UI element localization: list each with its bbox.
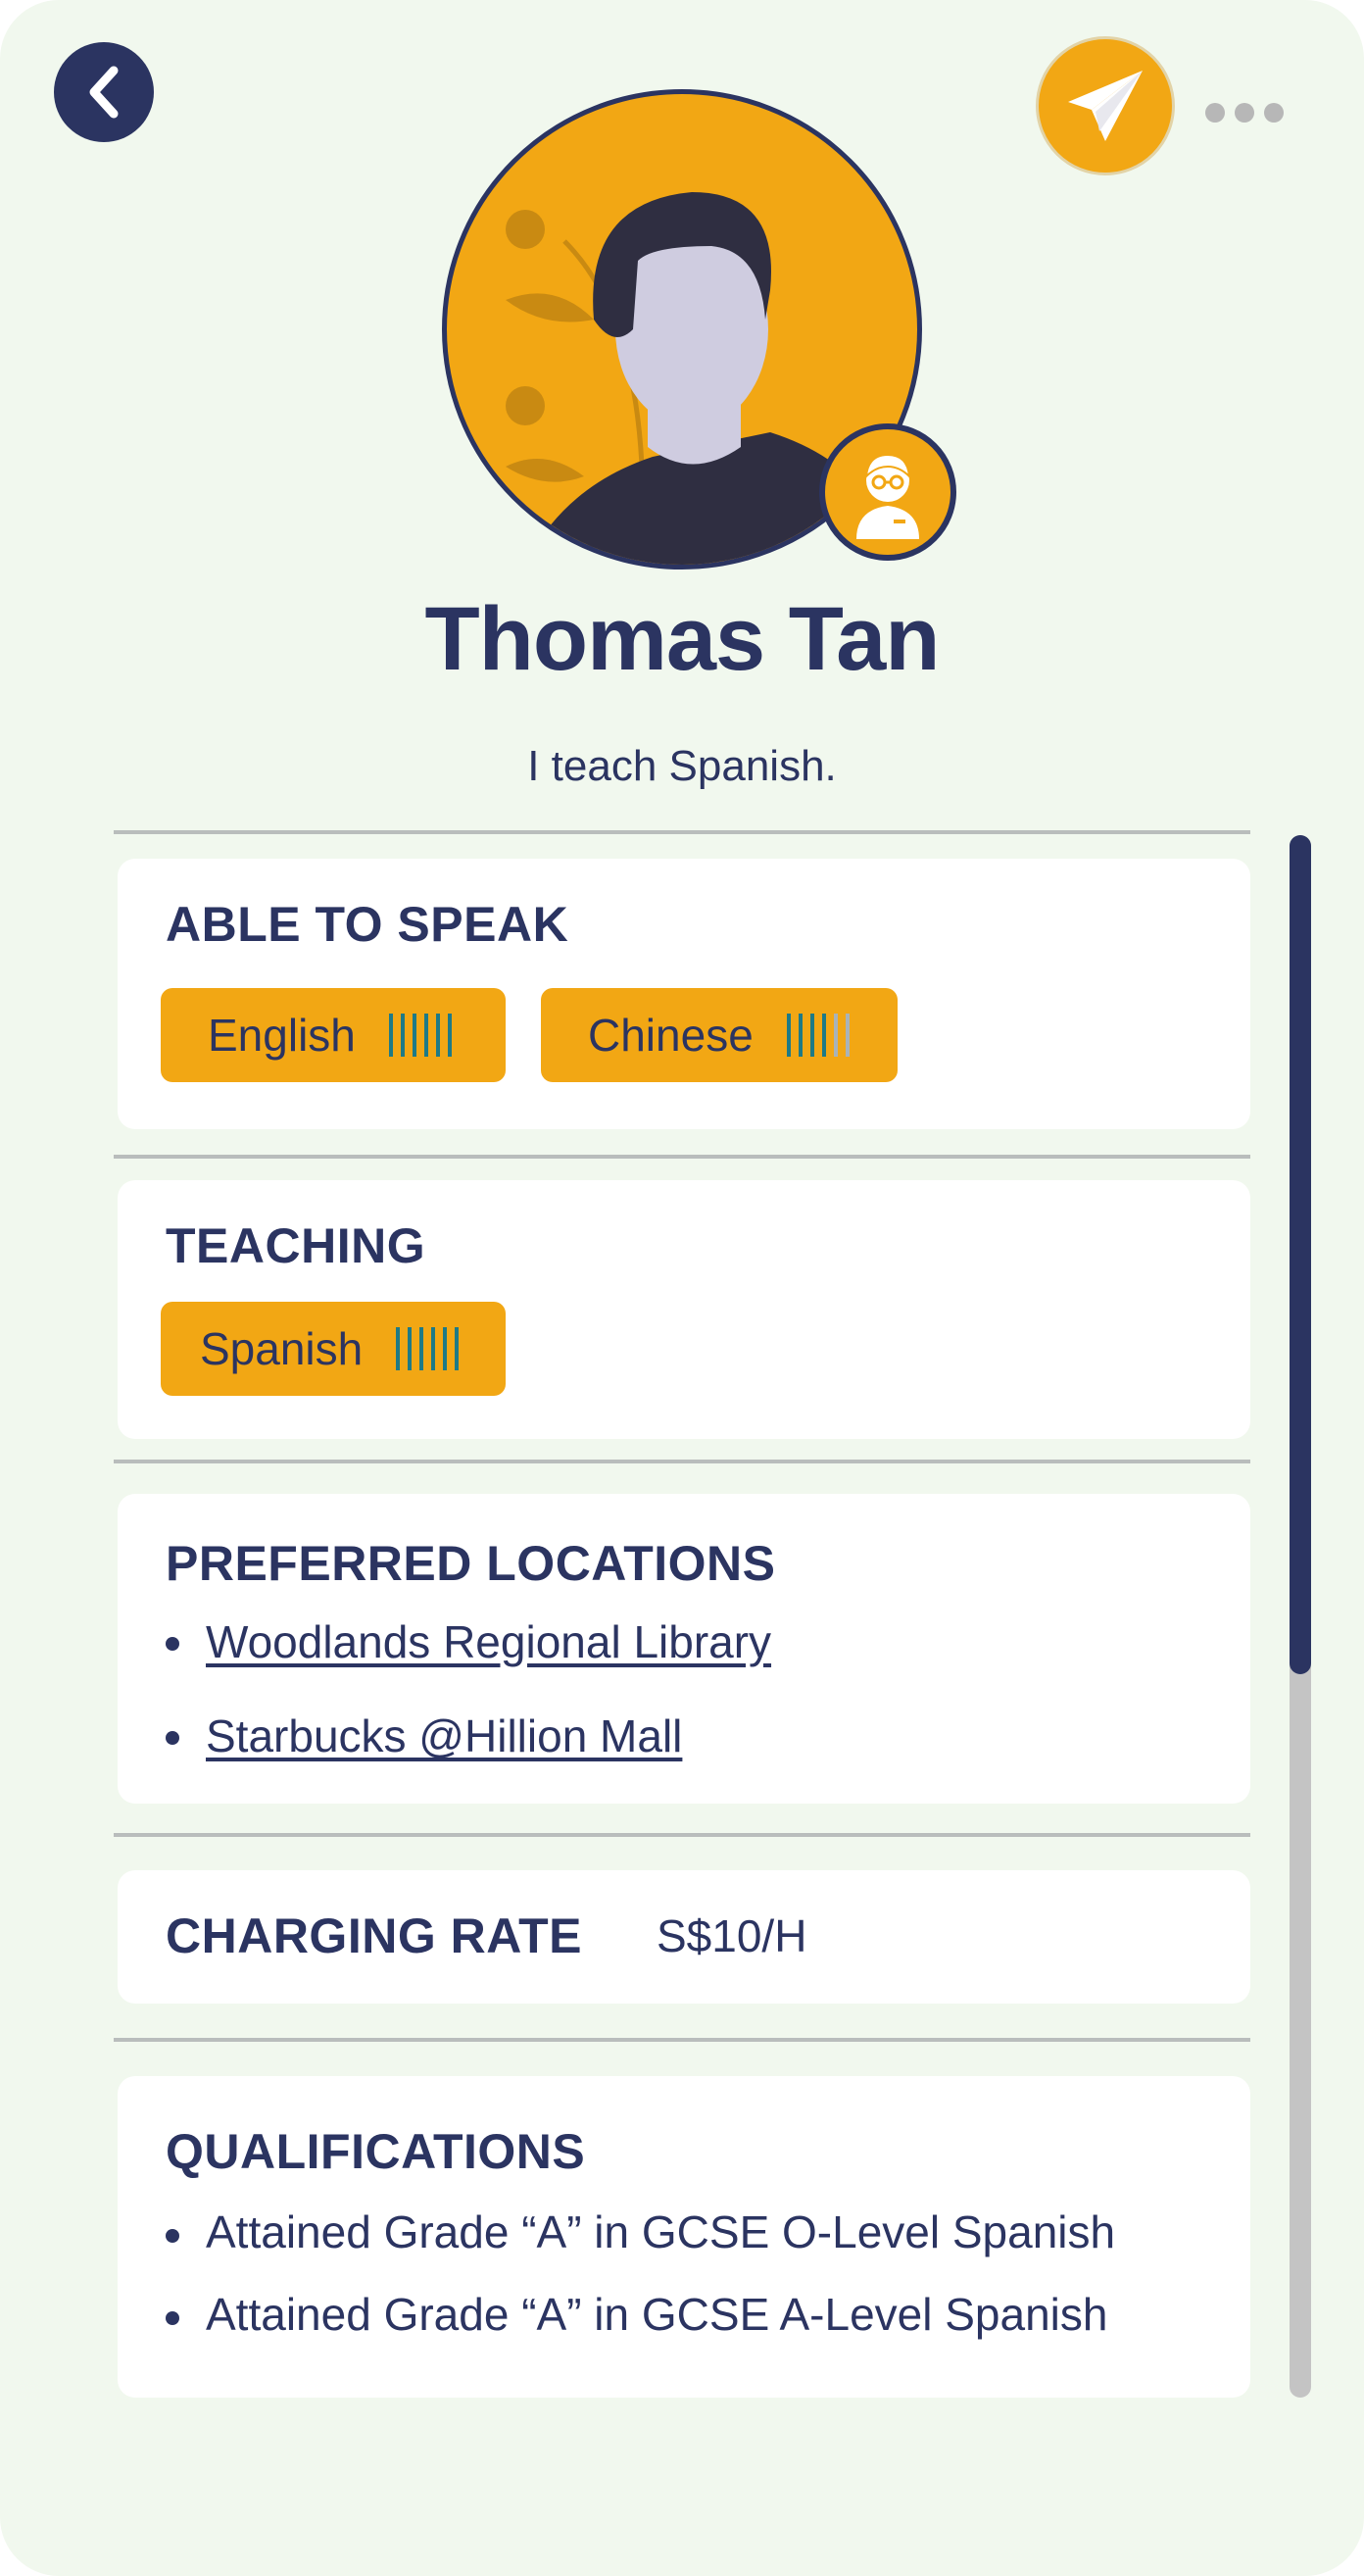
section-title: TEACHING [166,1218,426,1273]
level-bar-filled [447,1014,452,1057]
qualification-item: Attained Grade “A” in GCSE O-Level Spani… [206,2206,1116,2257]
chevron-left-icon [89,66,119,119]
language-chip-spanish[interactable]: Spanish [161,1302,506,1396]
proficiency-level [388,1014,460,1057]
level-bar-filled [396,1327,401,1370]
level-bar-empty [833,1014,838,1057]
more-dots-icon [1235,103,1254,123]
level-bar-filled [435,1014,440,1057]
level-bar-filled [431,1327,436,1370]
charging-rate-value: S$10/H [657,1910,807,1961]
bullet [166,1637,179,1651]
language-label: Spanish [200,1323,364,1374]
more-options-button[interactable] [1205,93,1284,132]
qualifications-card: QUALIFICATIONS Attained Grade “A” in GCS… [118,2076,1250,2398]
level-bar-filled [419,1327,424,1370]
tutor-bio: I teach Spanish. [527,742,837,790]
section-title: PREFERRED LOCATIONS [166,1536,776,1591]
preferred-locations-card: PREFERRED LOCATIONS Woodlands Regional L… [118,1494,1250,1804]
location-link[interactable]: Starbucks @Hillion Mall [206,1709,682,1762]
section-title: CHARGING RATE [166,1908,583,1963]
more-dots-icon [1205,103,1225,123]
level-bar-filled [786,1014,791,1057]
paper-plane-icon [1068,71,1143,141]
section-title: ABLE TO SPEAK [166,897,569,952]
scrollbar[interactable] [1290,835,1311,2398]
level-bar-filled [443,1327,448,1370]
location-link[interactable]: Woodlands Regional Library [206,1615,771,1668]
teaching-card: TEACHING Spanish [118,1180,1250,1439]
section-title: QUALIFICATIONS [166,2124,586,2179]
tutor-badge [819,423,956,561]
level-bar-filled [412,1014,416,1057]
level-bar-filled [408,1327,413,1370]
level-bar-filled [821,1014,826,1057]
language-chip-english[interactable]: English [161,988,506,1082]
level-bar-filled [423,1014,428,1057]
language-label: English [208,1010,356,1061]
bullet [166,1731,179,1745]
proficiency-level [396,1327,466,1370]
charging-rate-card: CHARGING RATE S$10/H [118,1870,1250,2004]
divider [114,1460,1250,1463]
bullet [166,2229,179,2243]
divider [114,1833,1250,1837]
language-label: Chinese [588,1010,754,1061]
more-dots-icon [1264,103,1284,123]
qualification-item: Attained Grade “A” in GCSE A-Level Spani… [206,2289,1108,2340]
back-button[interactable] [54,42,154,142]
divider [114,830,1250,834]
tutor-badge-icon [856,453,919,539]
level-bar-filled [809,1014,814,1057]
proficiency-level [786,1014,857,1057]
level-bar-filled [400,1014,405,1057]
level-bar-filled [455,1327,460,1370]
tutor-name: Thomas Tan [424,589,940,689]
able-to-speak-card: ABLE TO SPEAK English Chinese [118,859,1250,1129]
profile-screen: Thomas Tan I teach Spanish. ABLE TO SPEA… [0,0,1364,2576]
divider [114,2038,1250,2042]
level-bar-filled [798,1014,803,1057]
scrollbar-thumb[interactable] [1290,835,1311,1674]
level-bar-empty [845,1014,850,1057]
send-message-button[interactable] [1036,36,1175,175]
language-chip-chinese[interactable]: Chinese [541,988,898,1082]
bullet [166,2311,179,2325]
divider [114,1155,1250,1159]
level-bar-filled [388,1014,393,1057]
